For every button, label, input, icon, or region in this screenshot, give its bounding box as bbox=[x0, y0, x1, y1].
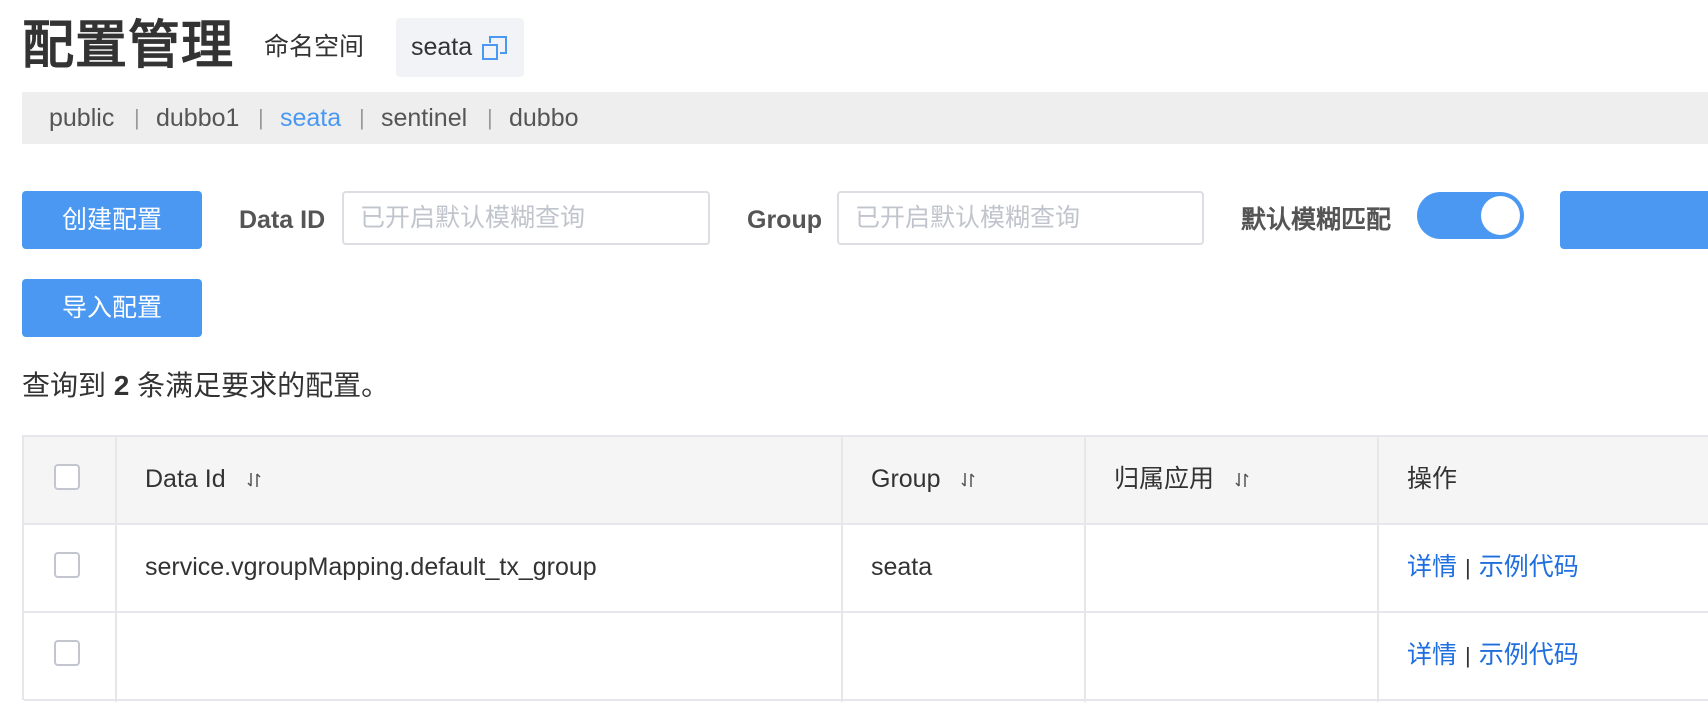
column-header-actions: 操作 bbox=[1407, 465, 1458, 493]
column-divider bbox=[841, 437, 843, 702]
namespace-label: 命名空间 bbox=[264, 33, 365, 61]
action-separator: | bbox=[1465, 643, 1471, 668]
table-header: Data Id Group 归属应用 操作 bbox=[24, 437, 1708, 525]
detail-link[interactable]: 详情 bbox=[1407, 641, 1457, 669]
namespace-tab-dubbo1[interactable]: dubbo1 bbox=[156, 102, 239, 134]
result-count: 2 bbox=[113, 370, 130, 401]
column-divider bbox=[115, 437, 117, 702]
import-config-button[interactable]: 导入配置 bbox=[22, 279, 202, 337]
column-header-label: Group bbox=[871, 465, 941, 493]
column-divider bbox=[1084, 437, 1086, 702]
group-label: Group bbox=[747, 206, 822, 234]
column-header-group[interactable]: Group bbox=[871, 463, 975, 495]
page-title: 配置管理 bbox=[22, 17, 235, 75]
sort-icon[interactable] bbox=[1235, 471, 1249, 489]
current-namespace-chip[interactable]: seata bbox=[396, 18, 524, 77]
sort-icon[interactable] bbox=[247, 471, 261, 489]
result-prefix: 查询到 bbox=[22, 370, 107, 401]
column-header-label: 归属应用 bbox=[1114, 465, 1215, 493]
group-search-input[interactable] bbox=[837, 191, 1204, 245]
sample-code-link[interactable]: 示例代码 bbox=[1479, 553, 1579, 581]
dataid-label: Data ID bbox=[239, 206, 326, 234]
dataid-search-input[interactable] bbox=[342, 191, 710, 245]
action-separator: | bbox=[1465, 555, 1471, 580]
fuzzy-match-toggle[interactable] bbox=[1417, 192, 1524, 239]
namespace-tab-dubbo[interactable]: dubbo bbox=[509, 102, 579, 134]
toggle-knob bbox=[1481, 196, 1520, 235]
column-header-label: Data Id bbox=[145, 465, 226, 493]
search-button[interactable] bbox=[1560, 191, 1708, 249]
namespace-tab-public[interactable]: public bbox=[49, 102, 114, 134]
cell-actions: 详情 | 示例代码 bbox=[1407, 551, 1579, 584]
row-checkbox[interactable] bbox=[54, 640, 80, 666]
create-config-button[interactable]: 创建配置 bbox=[22, 191, 202, 249]
cell-actions: 详情 | 示例代码 bbox=[1407, 639, 1579, 672]
config-table: Data Id Group 归属应用 操作 service.vgroupMapp… bbox=[22, 435, 1708, 702]
namespace-separator: | bbox=[134, 105, 140, 130]
table-row: 详情 | 示例代码 bbox=[24, 613, 1708, 701]
row-checkbox[interactable] bbox=[54, 552, 80, 578]
namespace-separator: | bbox=[487, 105, 493, 130]
table-row: service.vgroupMapping.default_tx_group s… bbox=[24, 525, 1708, 613]
column-divider bbox=[1377, 437, 1379, 702]
column-header-dataid[interactable]: Data Id bbox=[145, 463, 261, 495]
cell-group: seata bbox=[871, 553, 933, 581]
sort-icon[interactable] bbox=[961, 471, 975, 489]
column-header-app[interactable]: 归属应用 bbox=[1114, 463, 1249, 495]
namespace-separator: | bbox=[359, 105, 365, 130]
current-namespace-name: seata bbox=[411, 33, 473, 61]
result-summary: 查询到 2 条满足要求的配置。 bbox=[22, 368, 389, 404]
sample-code-link[interactable]: 示例代码 bbox=[1479, 641, 1579, 669]
fuzzy-match-label: 默认模糊匹配 bbox=[1241, 206, 1392, 234]
namespace-tabs: public | dubbo1 | seata | sentinel | dub… bbox=[22, 92, 1708, 144]
select-all-checkbox[interactable] bbox=[54, 464, 80, 490]
namespace-tab-seata[interactable]: seata bbox=[280, 102, 341, 134]
namespace-separator: | bbox=[258, 105, 264, 130]
detail-link[interactable]: 详情 bbox=[1407, 553, 1457, 581]
result-suffix: 条满足要求的配置。 bbox=[137, 370, 390, 401]
namespace-tab-sentinel[interactable]: sentinel bbox=[381, 102, 467, 134]
cell-dataid: service.vgroupMapping.default_tx_group bbox=[145, 553, 597, 581]
copy-icon[interactable] bbox=[481, 34, 509, 62]
